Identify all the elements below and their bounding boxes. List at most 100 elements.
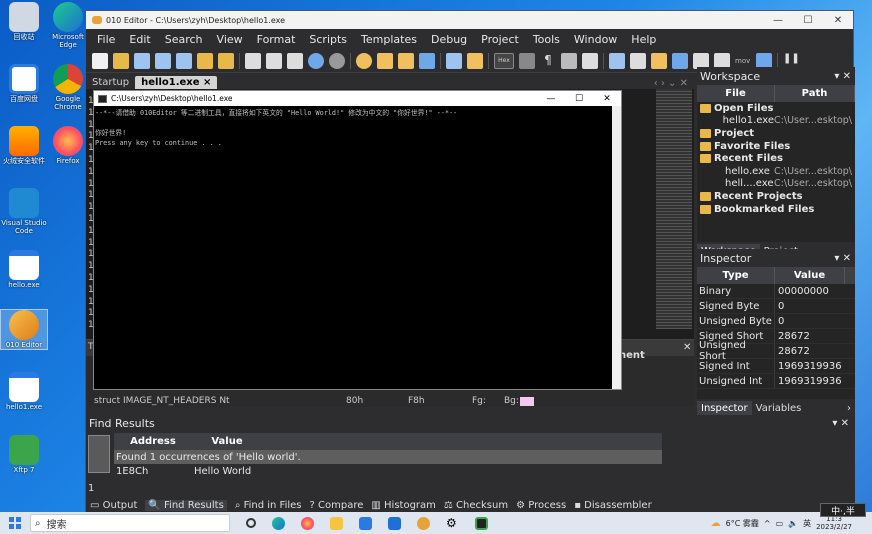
open-folder-icon[interactable] [113, 52, 129, 69]
workspace-tree-item[interactable]: Recent Files [697, 152, 855, 165]
desktop-icon-recycle-bin[interactable]: 回收站 [0, 2, 48, 41]
find-col-value[interactable]: Value [192, 433, 262, 450]
columns-icon[interactable] [561, 52, 577, 69]
text-mode-icon[interactable] [519, 52, 535, 69]
inspector-row[interactable]: Unsigned Short 28672 [697, 340, 855, 362]
tray-chevron-icon[interactable]: ^ [764, 519, 771, 528]
task-view-icon[interactable] [246, 518, 256, 528]
template-bg-swatch[interactable] [520, 397, 534, 406]
workspace-tree-item[interactable]: hello1.exe C:\User...esktop\ [697, 115, 855, 128]
window-titlebar[interactable]: 010 Editor - C:\Users\zyh\Desktop\hello1… [86, 11, 853, 29]
save-all-icon[interactable] [176, 52, 192, 69]
menu-file[interactable]: File [90, 33, 122, 46]
menu-format[interactable]: Format [250, 33, 303, 46]
inspector-row[interactable]: Signed Int 1969319936 [697, 359, 855, 374]
inspector-row[interactable]: Unsigned Byte 0 [697, 314, 855, 329]
tab-disassembler[interactable]: ▪ Disassembler [574, 500, 652, 511]
menu-project[interactable]: Project [474, 33, 526, 46]
taskbar-search-box[interactable]: ⌕ 搜索 [30, 514, 230, 532]
tab-find-in-files[interactable]: ⌕ Find in Files [235, 500, 302, 511]
menu-templates[interactable]: Templates [354, 33, 424, 46]
desktop-icon-hello-exe[interactable]: hello.exe [0, 250, 48, 289]
inspector-row[interactable]: Signed Byte 0 [697, 299, 855, 314]
volume-icon[interactable]: 🔈 [788, 519, 798, 528]
tab-checksum[interactable]: ⚖ Checksum [444, 500, 508, 511]
run-script-icon[interactable] [467, 52, 483, 69]
find-results-panel-controls[interactable]: ▾ ✕ [832, 418, 855, 429]
workspace-tree-item[interactable]: hello.exe C:\User...esktop\ [697, 165, 855, 178]
start-button-icon[interactable] [9, 517, 21, 529]
pilcrow-icon[interactable]: ¶ [540, 53, 556, 69]
find-results-side-button[interactable] [88, 435, 110, 473]
tab-find-results[interactable]: 🔍 Find Results [145, 499, 227, 511]
store-icon[interactable] [359, 516, 372, 530]
inspector-row[interactable]: Unsigned Int 1969319936 [697, 374, 855, 389]
tab-close-icon[interactable]: × [203, 77, 211, 88]
desktop-icon-hello1-exe[interactable]: hello1.exe [0, 372, 48, 411]
desktop-icon-010-editor[interactable]: 010 Editor [0, 309, 48, 350]
save-as-icon[interactable] [155, 52, 171, 69]
tab-histogram[interactable]: ▥ Histogram [371, 500, 436, 511]
desktop-icon-vscode[interactable]: Visual Studio Code [0, 188, 48, 235]
paste-icon[interactable] [287, 52, 303, 69]
tab-inspector[interactable]: Inspector [697, 400, 752, 416]
mail-icon[interactable] [388, 516, 401, 530]
workspace-tree-item[interactable]: Project [697, 127, 855, 140]
goto-icon[interactable] [419, 52, 435, 69]
console-taskbar-icon[interactable] [475, 516, 488, 530]
desktop-icon-huorong[interactable]: 火绒安全软件 [0, 126, 48, 165]
menu-help[interactable]: Help [624, 33, 663, 46]
workspace-col-file[interactable]: File [697, 85, 775, 102]
find-replace-icon[interactable] [377, 52, 393, 69]
inspector-panel-controls[interactable]: ▾ ✕ [834, 253, 855, 264]
highlight-icon[interactable] [582, 52, 598, 69]
run-template-icon[interactable] [446, 52, 462, 69]
histogram-icon[interactable] [672, 52, 688, 69]
workspace-tree-item[interactable]: hell....exe C:\User...esktop\ [697, 178, 855, 191]
minimap[interactable] [656, 89, 692, 329]
cut-icon[interactable] [245, 52, 261, 69]
menu-view[interactable]: View [210, 33, 250, 46]
find-result-row[interactable]: 1E8Ch Hello World [114, 464, 662, 478]
console-scrollbar[interactable] [612, 106, 621, 389]
template-close-icon[interactable]: ✕ [683, 342, 691, 353]
find-col-address[interactable]: Address [114, 433, 192, 450]
menu-edit[interactable]: Edit [122, 33, 157, 46]
menu-search[interactable]: Search [158, 33, 210, 46]
firefox-taskbar-icon[interactable] [301, 516, 314, 530]
menu-debug[interactable]: Debug [424, 33, 474, 46]
compare-icon[interactable] [630, 52, 646, 69]
close-button[interactable]: ✕ [823, 15, 853, 26]
console-close-button[interactable]: ✕ [593, 94, 621, 104]
tab-startup[interactable]: Startup [86, 76, 135, 89]
weather-text[interactable]: 6°C 雾霾 [726, 518, 759, 529]
tab-process[interactable]: ⚙ Process [516, 500, 566, 511]
clock[interactable]: 11:3 2023/2/27 [816, 515, 852, 531]
workspace-panel-controls[interactable]: ▾ ✕ [834, 71, 855, 82]
file-explorer-icon[interactable] [330, 516, 343, 530]
inspector-col-value[interactable]: Value [775, 267, 845, 284]
inspector-col-type[interactable]: Type [697, 267, 775, 284]
open-project-icon[interactable] [197, 52, 213, 69]
console-titlebar[interactable]: C:\Users\zyh\Desktop\hello1.exe — ☐ ✕ [94, 91, 621, 106]
tab-scroll-arrows[interactable]: ‹ › ⌄ ✕ [654, 78, 694, 89]
copy-icon[interactable] [266, 52, 282, 69]
inspector-tabs-arrow[interactable]: › [843, 401, 855, 416]
redo-icon[interactable] [329, 52, 345, 69]
workspace-tree-item[interactable]: Recent Projects [697, 190, 855, 203]
console-window[interactable]: C:\Users\zyh\Desktop\hello1.exe — ☐ ✕ --… [93, 90, 622, 390]
network-icon[interactable]: ▭ [776, 519, 784, 528]
menu-scripts[interactable]: Scripts [302, 33, 354, 46]
maximize-button[interactable]: ☐ [793, 15, 823, 26]
hex-mode-button[interactable]: Hex [494, 52, 514, 69]
tab-compare[interactable]: ? Compare [310, 500, 364, 511]
console-minimize-button[interactable]: — [537, 94, 565, 104]
find-in-files-icon[interactable] [398, 52, 414, 69]
console-maximize-button[interactable]: ☐ [565, 94, 593, 104]
tab-output[interactable]: ▭ Output [90, 500, 137, 511]
workspace-tree-item[interactable]: Open Files [697, 102, 855, 115]
ime-indicator[interactable]: 英 [803, 518, 811, 529]
ime-toolbar[interactable]: 中·,半 [820, 503, 866, 517]
inspector-row[interactable]: Binary 00000000 [697, 284, 855, 299]
swap-icon[interactable] [651, 52, 667, 69]
